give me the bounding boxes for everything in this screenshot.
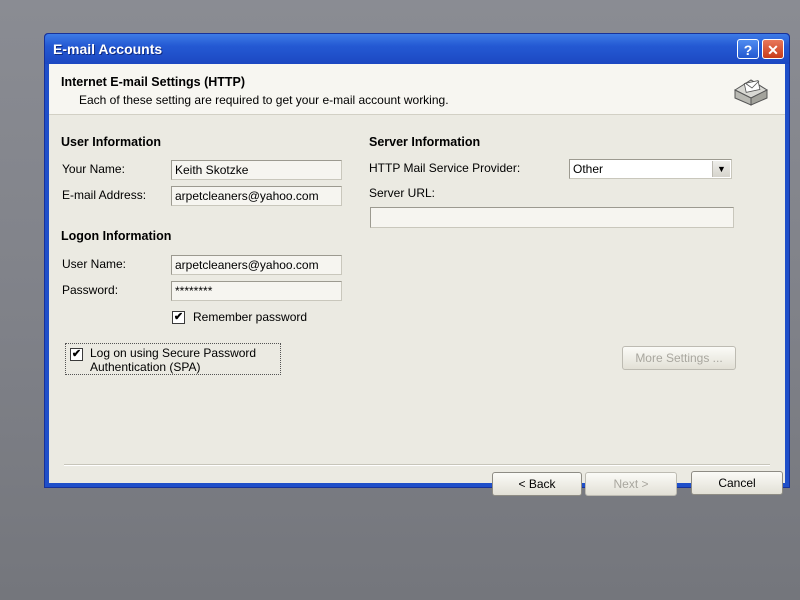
dialog-body: Internet E-mail Settings (HTTP) Each of …: [49, 64, 785, 496]
email-address-label: E-mail Address:: [62, 188, 147, 202]
user-name-label: User Name:: [62, 257, 127, 271]
password-field[interactable]: ********: [171, 281, 342, 301]
your-name-label: Your Name:: [62, 162, 125, 176]
back-button[interactable]: < Back: [492, 472, 582, 496]
remember-password-checkbox[interactable]: ✔: [172, 311, 185, 324]
spa-label-line1: Log on using Secure Password: [90, 346, 257, 360]
provider-value: Other: [573, 162, 604, 176]
cancel-button[interactable]: Cancel: [691, 471, 783, 495]
spa-label-line2: Authentication (SPA): [90, 360, 201, 374]
title-bar: E-mail Accounts ? ✕: [45, 34, 789, 64]
email-address-field[interactable]: arpetcleaners@yahoo.com: [171, 186, 342, 206]
provider-select[interactable]: Other ▼: [569, 159, 732, 179]
spa-option[interactable]: ✔ Log on using Secure Password Authentic…: [65, 343, 281, 375]
server-url-field[interactable]: [370, 207, 734, 228]
email-accounts-dialog: E-mail Accounts ? ✕ Internet E-mail Sett…: [44, 33, 790, 496]
server-info-heading: Server Information: [369, 135, 481, 149]
separator-line: [64, 464, 770, 466]
more-settings-button[interactable]: More Settings ...: [622, 346, 736, 370]
window-title: E-mail Accounts: [53, 41, 163, 57]
remember-password-label: Remember password: [193, 310, 308, 324]
mail-server-icon: [733, 79, 769, 106]
header-title: Internet E-mail Settings (HTTP): [61, 75, 246, 89]
your-name-field[interactable]: Keith Skotzke: [171, 160, 342, 180]
chevron-down-icon[interactable]: ▼: [712, 161, 730, 177]
close-button[interactable]: ✕: [762, 39, 784, 59]
server-url-label: Server URL:: [369, 186, 436, 200]
logon-info-heading: Logon Information: [61, 229, 172, 243]
user-name-field[interactable]: arpetcleaners@yahoo.com: [171, 255, 342, 275]
provider-label: HTTP Mail Service Provider:: [369, 161, 521, 175]
password-label: Password:: [62, 283, 119, 297]
help-button[interactable]: ?: [737, 39, 759, 59]
spa-checkbox[interactable]: ✔: [70, 348, 83, 361]
user-info-heading: User Information: [61, 135, 162, 149]
header-subtitle: Each of these setting are required to ge…: [79, 93, 449, 107]
dialog-header: Internet E-mail Settings (HTTP) Each of …: [49, 64, 785, 115]
next-button[interactable]: Next >: [585, 472, 677, 496]
